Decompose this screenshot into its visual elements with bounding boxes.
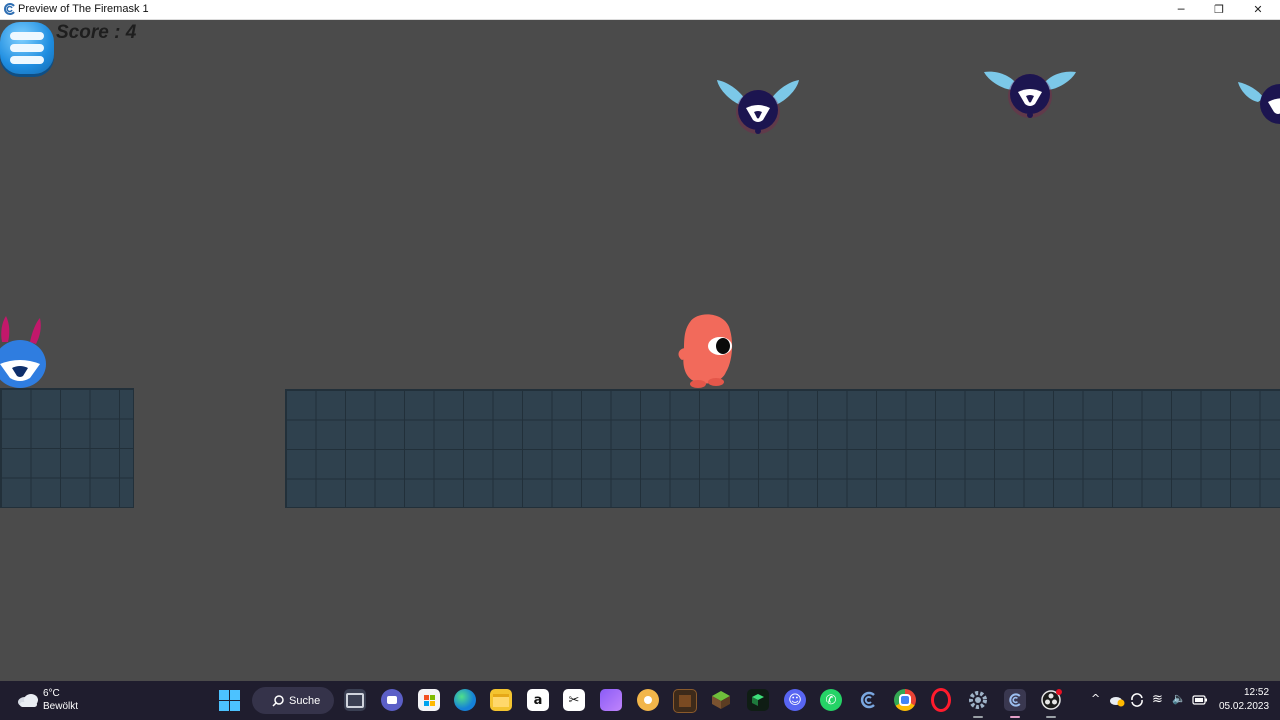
- blue-monster-enemy: [0, 316, 46, 388]
- discord-icon[interactable]: ☺: [784, 689, 806, 711]
- minecraft-dungeons-icon[interactable]: [747, 689, 769, 711]
- search-icon: [272, 694, 284, 707]
- store-icon[interactable]: [418, 689, 440, 711]
- weather-temperature[interactable]: 6°C: [43, 688, 60, 699]
- settings-icon[interactable]: [967, 689, 989, 711]
- hamburger-menu-icon: [10, 32, 44, 40]
- hamburger-menu-icon-bar: [10, 56, 44, 64]
- start-icon[interactable]: [219, 690, 240, 711]
- onedrive-icon[interactable]: [1109, 693, 1125, 707]
- flying-enemy: [984, 71, 1076, 118]
- show-hidden-icons-chevron-icon[interactable]: ^: [1091, 692, 1100, 705]
- game-canvas[interactable]: Score : 4: [0, 20, 1280, 681]
- flying-enemy: [1238, 82, 1280, 124]
- clipchamp-icon[interactable]: [600, 689, 622, 711]
- active-indicator: [1010, 716, 1020, 718]
- minecraft-icon[interactable]: [710, 689, 732, 711]
- cloud-icon[interactable]: [16, 691, 40, 709]
- running-indicator: [1046, 716, 1056, 718]
- player-character: [678, 314, 733, 388]
- flying-enemy: [717, 80, 799, 134]
- restore-button[interactable]: ❐: [1199, 0, 1239, 19]
- gdevelop-app-icon: [4, 3, 15, 15]
- gdevelop-preview-icon[interactable]: [1004, 689, 1026, 711]
- whatsapp-icon[interactable]: ✆: [820, 689, 842, 711]
- minecraft-launcher-icon[interactable]: [673, 689, 697, 713]
- edge-icon[interactable]: [454, 689, 476, 711]
- clock-date[interactable]: 05.02.2023: [1219, 701, 1269, 712]
- app-icon[interactable]: [637, 689, 659, 711]
- opera-icon[interactable]: [930, 688, 952, 712]
- file-explorer-icon[interactable]: [490, 689, 512, 711]
- amazon-icon[interactable]: a: [527, 689, 549, 711]
- obs-icon[interactable]: [1040, 689, 1062, 711]
- windows-taskbar: 6°C Bewölkt Suche a ✂ ☺ ✆ ^ ≋ 🔈 12:52 05…: [0, 681, 1280, 720]
- capcut-icon[interactable]: ✂: [563, 689, 585, 711]
- teams-chat-icon[interactable]: [381, 689, 403, 711]
- sync-icon[interactable]: [1129, 692, 1145, 708]
- search-label: Suche: [289, 694, 321, 707]
- window-title: Preview of The Firemask 1: [18, 3, 149, 15]
- minimize-button[interactable]: ─: [1161, 0, 1201, 19]
- hamburger-menu-icon-bar: [10, 44, 44, 52]
- tile-platform: [285, 389, 1280, 508]
- wifi-icon[interactable]: ≋: [1152, 692, 1163, 707]
- running-indicator: [973, 716, 983, 718]
- chrome-icon[interactable]: [894, 689, 916, 711]
- volume-icon[interactable]: 🔈: [1172, 692, 1186, 705]
- window-titlebar: Preview of The Firemask 1 ─ ❐ ✕: [0, 0, 1280, 20]
- gdevelop-icon[interactable]: [857, 689, 879, 711]
- close-button[interactable]: ✕: [1238, 0, 1278, 19]
- task-view-icon[interactable]: [344, 689, 366, 711]
- clock-time[interactable]: 12:52: [1244, 687, 1269, 698]
- taskbar-search-button[interactable]: Suche: [252, 687, 334, 714]
- tile-platform: [0, 388, 134, 508]
- weather-description[interactable]: Bewölkt: [43, 701, 78, 712]
- score-label: Score : 4: [56, 22, 137, 43]
- battery-icon[interactable]: [1192, 694, 1208, 706]
- menu-button[interactable]: [0, 22, 54, 74]
